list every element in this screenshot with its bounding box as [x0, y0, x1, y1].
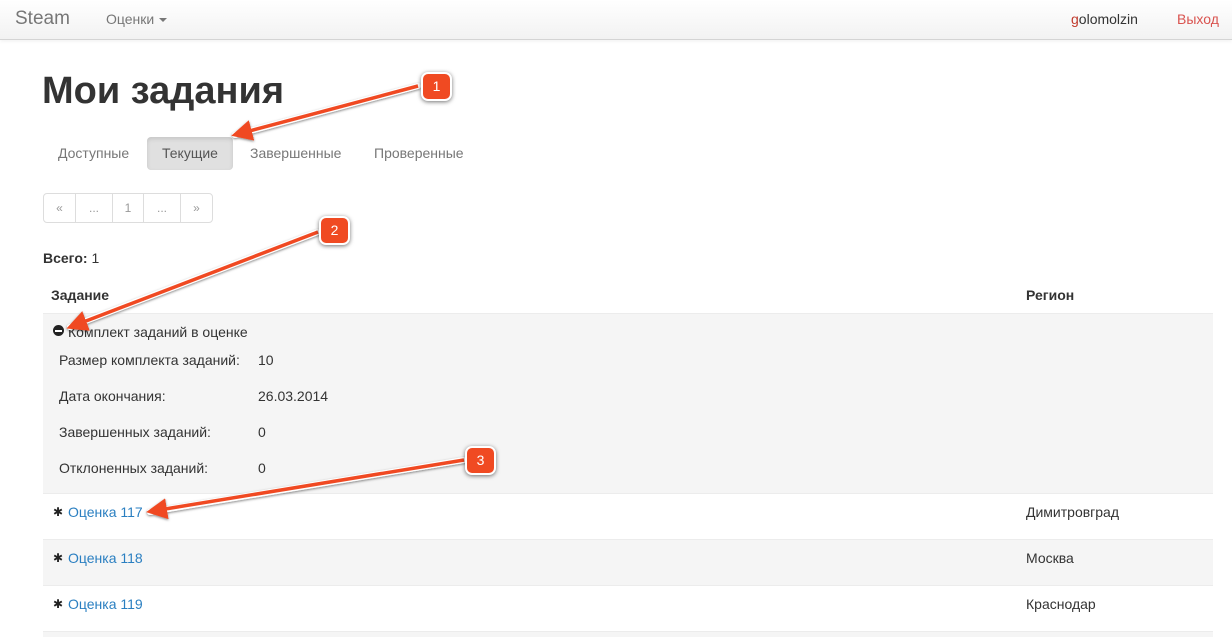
tab-checked[interactable]: Проверенные	[359, 137, 479, 170]
total-label: Всего:	[43, 250, 88, 266]
column-header-region: Регион	[1026, 287, 1075, 303]
table-divider	[43, 313, 1213, 314]
set-detail-value: 26.03.2014	[258, 388, 329, 404]
column-header-task: Задание	[51, 287, 110, 303]
total-count: Всего: 1	[43, 250, 99, 266]
task-set-row	[43, 313, 1213, 493]
pagination-prev[interactable]: «	[44, 194, 75, 222]
user-name-first: g	[1071, 11, 1079, 27]
table-divider	[43, 585, 1213, 586]
caret-down-icon	[159, 18, 168, 23]
asterisk-icon: ✱	[53, 505, 64, 519]
task-link-117[interactable]: Оценка 117	[68, 504, 143, 520]
pagination-ellipsis-right[interactable]: ...	[143, 194, 180, 222]
table-divider	[43, 539, 1213, 540]
collapse-minus-icon[interactable]	[53, 325, 64, 336]
task-link-119[interactable]: Оценка 119	[68, 596, 143, 612]
logout-link[interactable]: Выход	[1177, 11, 1219, 27]
asterisk-icon: ✱	[53, 551, 64, 565]
pagination-ellipsis-left[interactable]: ...	[75, 194, 112, 222]
tab-completed[interactable]: Завершенные	[235, 137, 356, 170]
tab-current[interactable]: Текущие	[147, 137, 233, 170]
task-region: Москва	[1026, 550, 1074, 566]
asterisk-icon: ✱	[53, 597, 64, 611]
ratings-dropdown[interactable]: Оценки	[106, 11, 168, 27]
set-detail-label: Дата окончания:	[59, 388, 166, 404]
annotation-badge-1: 1	[421, 72, 452, 101]
set-detail-label: Отклоненных заданий:	[59, 460, 209, 476]
task-set-title: Комплект заданий в оценке	[68, 324, 248, 340]
annotation-badge-2: 2	[319, 216, 350, 245]
set-detail-label: Завершенных заданий:	[59, 424, 211, 440]
annotation-arrow-2	[66, 230, 319, 331]
pagination: « ... 1 ... »	[43, 193, 213, 223]
ratings-dropdown-label: Оценки	[106, 11, 155, 27]
task-region: Краснодар	[1026, 596, 1096, 612]
page-title: Мои задания	[42, 70, 285, 112]
brand-link[interactable]: Steam	[15, 8, 70, 30]
user-name-rest: olomolzin	[1078, 11, 1138, 27]
task-link-118[interactable]: Оценка 118	[68, 550, 143, 566]
user-link[interactable]: golomolzin	[1071, 11, 1138, 27]
annotation-badge-3: 3	[465, 446, 496, 475]
set-detail-value: 0	[258, 460, 266, 476]
tab-available[interactable]: Доступные	[43, 137, 144, 170]
pagination-next[interactable]: »	[180, 194, 212, 222]
top-navbar: Steam Оценки golomolzin Выход	[0, 0, 1232, 40]
set-detail-value: 0	[258, 424, 266, 440]
total-value: 1	[91, 250, 100, 266]
table-divider	[43, 631, 1213, 632]
pagination-page-1[interactable]: 1	[112, 194, 143, 222]
set-detail-label: Размер комплекта заданий:	[59, 352, 240, 368]
set-detail-value: 10	[258, 352, 274, 368]
table-divider	[43, 493, 1213, 494]
task-region: Димитровград	[1026, 504, 1120, 520]
